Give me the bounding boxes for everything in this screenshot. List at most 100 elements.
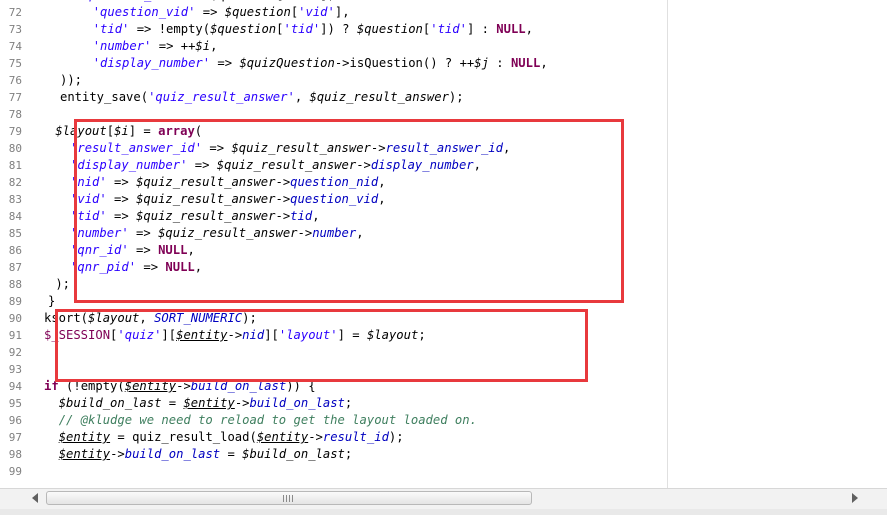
code-token: ->: [308, 430, 323, 444]
code-line[interactable]: 'display_number' => $quizQuestion->isQue…: [78, 55, 548, 72]
code-line[interactable]: );: [48, 276, 70, 293]
code-line[interactable]: $entity->build_on_last = $build_on_last;: [44, 446, 353, 463]
code-token: ],: [334, 5, 350, 19]
code-token: 'tid': [283, 22, 321, 36]
code-token: $question: [356, 22, 423, 36]
line-number: 94: [8, 380, 22, 393]
line-number: 80: [8, 142, 22, 155]
line-number-gutter: 7172737475767778798081828384858687888990…: [0, 0, 34, 488]
code-line[interactable]: ));: [60, 72, 82, 89]
code-line[interactable]: $build_on_last = $entity->build_on_last;: [44, 395, 353, 412]
grip-icon: [283, 495, 295, 502]
line-number: 91: [8, 329, 22, 342]
code-token: );: [48, 277, 71, 291]
code-line[interactable]: }: [48, 293, 55, 310]
line-number: 73: [8, 23, 22, 36]
line-number: 88: [8, 278, 22, 291]
code-token: // @kludge we need to reload to get the …: [58, 413, 477, 427]
line-number: 99: [8, 465, 22, 478]
highlight-box-layout-array: [74, 119, 624, 303]
line-number: 83: [8, 193, 22, 206]
code-token: build_on_last: [124, 447, 221, 461]
scroll-right-arrow-icon[interactable]: [852, 493, 858, 503]
code-token: $quizQuestion: [239, 56, 335, 70]
code-token: =: [220, 447, 243, 461]
horizontal-scrollbar[interactable]: [0, 488, 887, 509]
code-token: $build_on_last: [58, 396, 162, 410]
code-line[interactable]: 'question_vid' => $question['vid'],: [78, 4, 350, 21]
line-number: 96: [8, 414, 22, 427]
code-token: => $question['nid'],: [181, 0, 335, 2]
code-token: ]) ?: [320, 22, 357, 36]
code-editor[interactable]: 7172737475767778798081828384858687888990…: [0, 0, 887, 488]
code-token: NULL: [496, 22, 526, 36]
line-number: 77: [8, 91, 22, 104]
code-token: => ++: [151, 39, 196, 53]
code-token: 'display_number': [92, 56, 211, 70]
line-number: 79: [8, 125, 22, 138]
code-token: ,: [540, 56, 548, 70]
code-token: ,: [210, 39, 218, 53]
code-token: ] :: [466, 22, 497, 36]
code-token: build_on_last: [249, 396, 345, 410]
code-token: $question: [224, 5, 291, 19]
line-number: 93: [8, 363, 22, 376]
code-token: ,: [525, 22, 533, 36]
code-token: 'question_nid': [78, 0, 181, 2]
code-token: 'question_vid': [92, 5, 196, 19]
code-token: $i: [195, 39, 211, 53]
line-number: 87: [8, 261, 22, 274]
code-token: 'quiz_result_answer': [148, 90, 295, 104]
code-line[interactable]: $entity = quiz_result_load($entity->resu…: [44, 429, 404, 446]
code-token: =>: [195, 5, 225, 19]
code-token: = quiz_result_load(: [110, 430, 257, 444]
code-token: $entity: [256, 430, 309, 444]
code-token: $entity: [58, 447, 111, 461]
line-number: 85: [8, 227, 22, 240]
code-token: ;: [344, 396, 353, 410]
code-token: }: [48, 294, 56, 308]
scrollbar-thumb[interactable]: [46, 491, 532, 505]
code-line[interactable]: // @kludge we need to reload to get the …: [44, 412, 477, 429]
status-bar: [0, 509, 887, 515]
line-number: 82: [8, 176, 22, 189]
code-token: 'vid': [298, 5, 335, 19]
line-number: 84: [8, 210, 22, 223]
code-token: );: [388, 430, 404, 444]
code-token: ,: [294, 90, 310, 104]
line-number: 92: [8, 346, 22, 359]
line-number: 78: [8, 108, 22, 121]
line-number: 75: [8, 57, 22, 70]
line-number: 98: [8, 448, 22, 461]
code-token: NULL: [510, 56, 541, 70]
code-token: );: [448, 90, 464, 104]
code-token: 'tid': [92, 22, 130, 36]
code-token: result_id: [322, 430, 389, 444]
line-number: 72: [8, 6, 22, 19]
code-token: $build_on_last: [242, 447, 345, 461]
code-token: $quiz_result_answer: [309, 90, 449, 104]
code-line[interactable]: entity_save('quiz_result_answer', $quiz_…: [60, 89, 464, 106]
line-number: 76: [8, 74, 22, 87]
code-line[interactable]: 'number' => ++$i,: [78, 38, 218, 55]
scroll-left-arrow-icon[interactable]: [32, 493, 38, 503]
line-number: 90: [8, 312, 22, 325]
code-token: ;: [344, 447, 353, 461]
code-token: $question: [210, 22, 277, 36]
highlight-box-session-layout: [55, 309, 588, 382]
line-number: 89: [8, 295, 22, 308]
code-line[interactable]: 'tid' => !empty($question['tid']) ? $que…: [78, 21, 533, 38]
code-token: $entity: [58, 430, 111, 444]
line-number: 95: [8, 397, 22, 410]
